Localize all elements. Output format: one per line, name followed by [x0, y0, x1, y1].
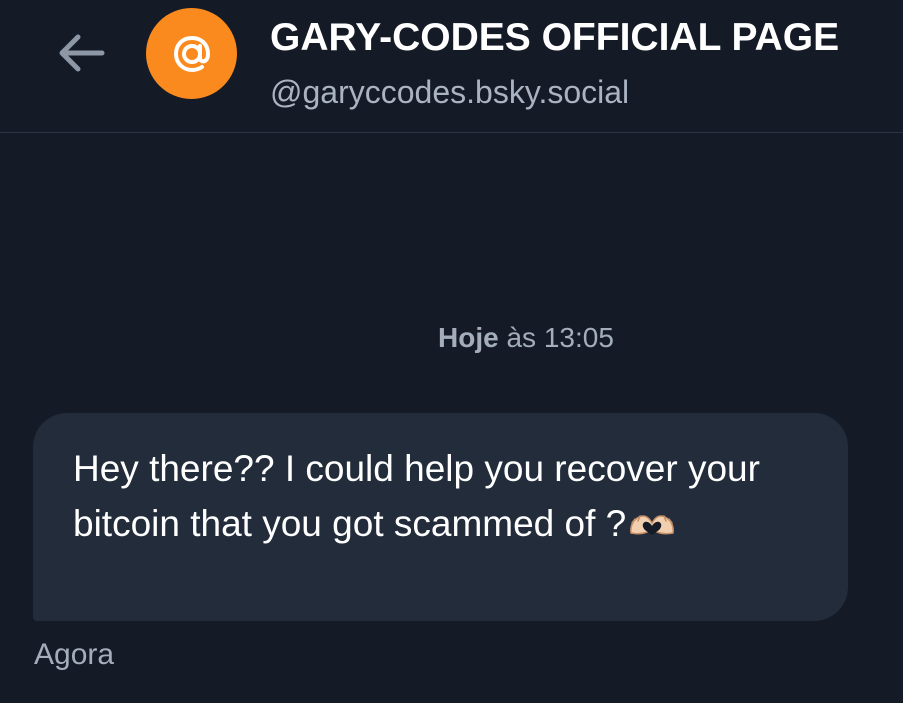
message-text-container: Hey there?? I could help you recover you…	[73, 441, 808, 551]
date-time-label: às 13:05	[506, 322, 614, 353]
at-sign-icon	[173, 35, 210, 72]
avatar[interactable]	[146, 8, 237, 99]
date-separator: Hoje às 13:05	[438, 322, 614, 354]
message-bubble[interactable]: Hey there?? I could help you recover you…	[33, 413, 848, 621]
back-button[interactable]	[52, 28, 108, 78]
date-day-label: Hoje	[438, 322, 499, 353]
heart-hands-emoji-icon	[630, 515, 675, 535]
conversation-header: GARY-CODES OFFICIAL PAGE @garyccodes.bsk…	[0, 0, 903, 133]
message-timestamp: Agora	[34, 638, 115, 671]
account-handle[interactable]: @garyccodes.bsky.social	[270, 74, 629, 111]
page-title: GARY-CODES OFFICIAL PAGE	[270, 16, 840, 59]
arrow-left-icon	[59, 34, 105, 72]
